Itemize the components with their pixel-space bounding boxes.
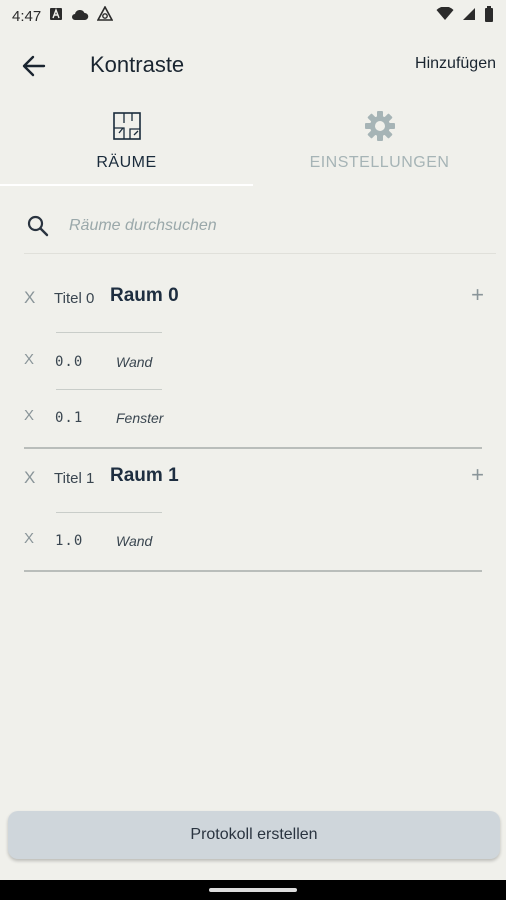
room-title-label: Titel 0: [54, 290, 95, 307]
list-item[interactable]: X 1.0 Wand: [24, 526, 324, 556]
system-nav-bar: [0, 880, 506, 900]
tab-rooms[interactable]: RÄUME: [0, 100, 253, 186]
cloud-icon: [71, 8, 89, 25]
back-arrow-icon[interactable]: [18, 52, 50, 80]
battery-icon: [484, 6, 494, 26]
room-name[interactable]: Raum 0: [110, 285, 179, 307]
add-item-button[interactable]: +: [471, 462, 484, 488]
tab-indicator: [0, 184, 253, 186]
remove-item-button[interactable]: X: [24, 407, 34, 424]
tab-rooms-label: RÄUME: [96, 154, 157, 171]
add-button[interactable]: Hinzufügen: [415, 55, 496, 73]
remove-room-button[interactable]: X: [24, 288, 35, 308]
floorplan-icon: [112, 110, 142, 142]
gear-icon: [364, 110, 396, 142]
list-item[interactable]: X 0.0 Wand: [24, 347, 324, 377]
item-number: 0.0: [55, 354, 84, 370]
search-icon: [26, 214, 50, 243]
remove-item-button[interactable]: X: [24, 351, 34, 368]
item-divider: [56, 332, 162, 333]
list-item[interactable]: X 0.1 Fenster: [24, 403, 324, 433]
room-header: X Titel 0 Raum 0 +: [24, 280, 484, 320]
notification-a-icon: [49, 7, 63, 25]
item-number: 0.1: [55, 410, 84, 426]
item-type: Wand: [116, 354, 153, 370]
status-time: 4:47: [12, 7, 42, 25]
room-header: X Titel 1 Raum 1 +: [24, 460, 484, 500]
page-title: Kontraste: [90, 52, 185, 77]
remove-room-button[interactable]: X: [24, 468, 35, 488]
item-divider: [56, 389, 162, 390]
room-name[interactable]: Raum 1: [110, 465, 179, 487]
app-bar: Kontraste Hinzufügen: [0, 40, 506, 92]
tab-settings[interactable]: EINSTELLUNGEN: [253, 100, 506, 186]
room-divider: [24, 447, 482, 449]
status-bar: 4:47: [0, 0, 506, 32]
signal-icon: [462, 7, 476, 25]
search-placeholder: Räume durchsuchen: [69, 217, 217, 234]
tab-settings-label: EINSTELLUNGEN: [309, 154, 450, 171]
wifi-icon: [436, 6, 454, 25]
add-item-button[interactable]: +: [471, 282, 484, 308]
tab-bar: RÄUME EINSTELLUNGEN: [0, 100, 506, 188]
item-type: Wand: [116, 533, 153, 549]
item-divider: [56, 512, 162, 513]
room-divider: [24, 570, 482, 572]
item-number: 1.0: [55, 533, 84, 549]
remove-item-button[interactable]: X: [24, 530, 34, 547]
create-protocol-button[interactable]: Protokoll erstellen: [8, 811, 500, 859]
item-type: Fenster: [116, 410, 164, 426]
home-handle[interactable]: [209, 888, 297, 892]
status-right-icons: [436, 6, 494, 26]
room-title-label: Titel 1: [54, 470, 95, 487]
search-input[interactable]: Räume durchsuchen: [24, 200, 496, 254]
vpn-icon: [96, 5, 114, 26]
